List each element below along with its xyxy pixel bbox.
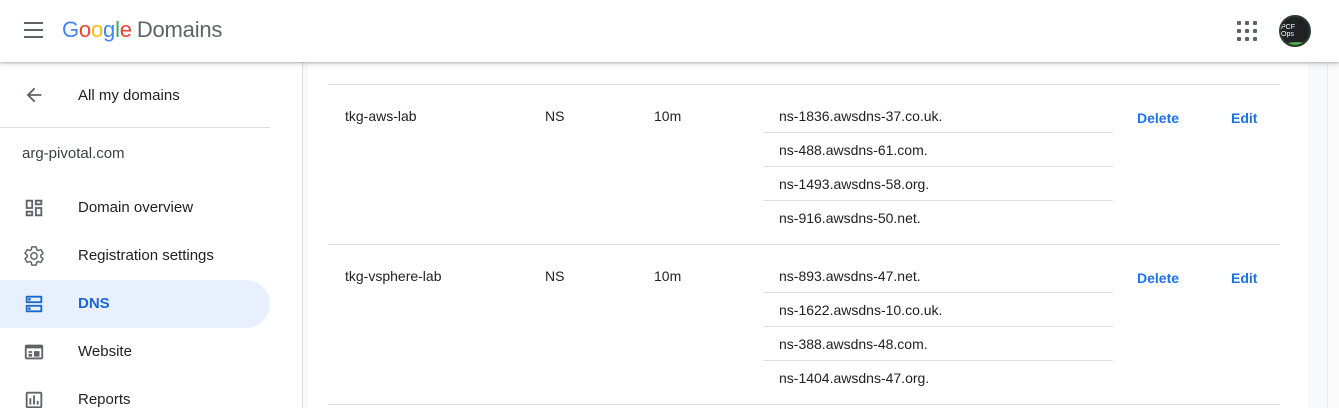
back-to-all-domains[interactable]: All my domains [0,74,280,116]
record-data-value: ns-388.awsdns-48.com. [779,336,928,352]
avatar-text: PCF Ops [1281,24,1295,38]
edit-button[interactable]: Edit [1231,110,1257,126]
record-name: tkg-vsphere-lab [345,268,442,284]
logo-letter: G [62,17,79,42]
delete-button[interactable]: Delete [1137,110,1179,126]
record-data-line: ns-1622.awsdns-10.co.uk. [763,293,1113,327]
record-data-value: ns-488.awsdns-61.com. [779,142,928,158]
record-name: tkg-aws-lab [345,108,417,124]
apps-grid-icon[interactable] [1236,20,1258,42]
record-data-line: ns-488.awsdns-61.com. [763,133,1113,167]
record-data-value: ns-1493.awsdns-58.org. [779,176,930,192]
edit-button[interactable]: Edit [1231,270,1257,286]
back-label: All my domains [78,87,180,104]
delete-button[interactable]: Delete [1137,270,1179,286]
row-divider [328,244,1280,245]
record-data-line: ns-916.awsdns-50.net. [763,201,1113,235]
record-ttl: 10m [654,268,682,284]
current-domain: arg-pivotal.com [22,145,125,162]
record-type: NS [545,108,565,124]
dns-icon [25,295,43,313]
menu-icon[interactable] [20,18,48,42]
reports-icon [25,391,43,408]
sidebar-item-domain-overview[interactable]: Domain overview [0,184,270,232]
gear-icon [24,246,44,266]
logo-letter: o [78,17,91,42]
record-data-value: ns-1622.awsdns-10.co.uk. [779,302,943,318]
record-data-value: ns-916.awsdns-50.net. [779,210,921,226]
record-data-line: ns-1836.awsdns-37.co.uk. [763,99,1113,133]
sidebar-item-website[interactable]: Website [0,328,270,376]
dashboard-icon [25,199,43,217]
product-name: Domains [136,17,223,42]
sidebar-item-label: Domain overview [78,199,194,216]
avatar[interactable]: PCF Ops [1279,15,1311,47]
website-icon [24,344,44,360]
sidebar-item-reports[interactable]: Reports [0,376,270,408]
record-data-value: ns-1404.awsdns-47.org. [779,370,930,386]
google-domains-logo[interactable]: Google Domains [62,17,222,43]
logo-letter: g [103,17,116,42]
record-data-line: ns-388.awsdns-48.com. [763,327,1113,361]
divider [0,127,270,128]
row-divider [328,84,1280,85]
record-data-line: ns-1493.awsdns-58.org. [763,167,1113,201]
scrollbar[interactable] [1327,62,1339,408]
arrow-back-icon [26,87,42,103]
record-type: NS [545,268,565,284]
record-data-value: ns-1836.awsdns-37.co.uk. [779,108,943,124]
sidebar-item-dns[interactable]: DNS [0,280,270,328]
row-divider [328,404,1280,405]
logo-letter: e [119,17,132,42]
sidebar: All my domains arg-pivotal.com Domain ov… [0,62,303,408]
logo-letter: o [90,17,104,42]
top-app-bar: Google Domains PCF Ops [0,0,1339,62]
sidebar-item-registration-settings[interactable]: Registration settings [0,232,270,280]
sidebar-item-label: Registration settings [78,247,214,264]
sidebar-item-label: DNS [78,295,110,312]
record-data-line: ns-893.awsdns-47.net. [763,259,1113,293]
record-data-value: ns-893.awsdns-47.net. [779,268,921,284]
record-data-line: ns-1404.awsdns-47.org. [763,361,1113,395]
record-ttl: 10m [654,108,682,124]
sidebar-item-label: Website [78,343,132,360]
sidebar-item-label: Reports [78,391,131,408]
